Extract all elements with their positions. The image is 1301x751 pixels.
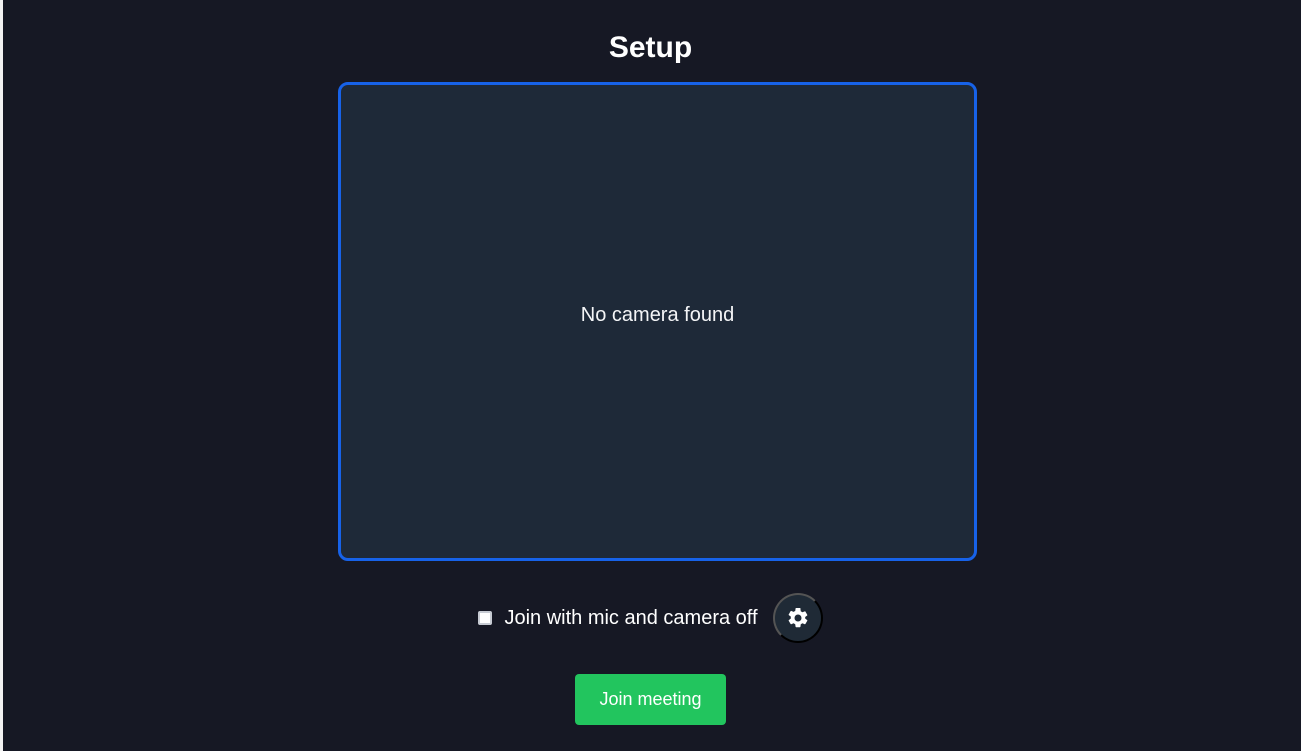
setup-page: Setup No camera found Join with mic and … (0, 0, 1301, 751)
join-options: Join with mic and camera off (0, 593, 1301, 643)
settings-button[interactable] (772, 593, 823, 643)
gear-icon (788, 607, 807, 628)
mic-camera-off-checkbox[interactable] (478, 611, 493, 625)
join-meeting-button[interactable]: Join meeting (575, 674, 726, 725)
camera-status-message: No camera found (580, 303, 735, 326)
mic-camera-off-option[interactable]: Join with mic and camera off (478, 606, 758, 630)
join-button-container: Join meeting (0, 674, 1301, 725)
camera-preview: No camera found (338, 82, 977, 561)
mic-camera-off-label: Join with mic and camera off (504, 607, 758, 629)
page-title: Setup (608, 31, 693, 64)
